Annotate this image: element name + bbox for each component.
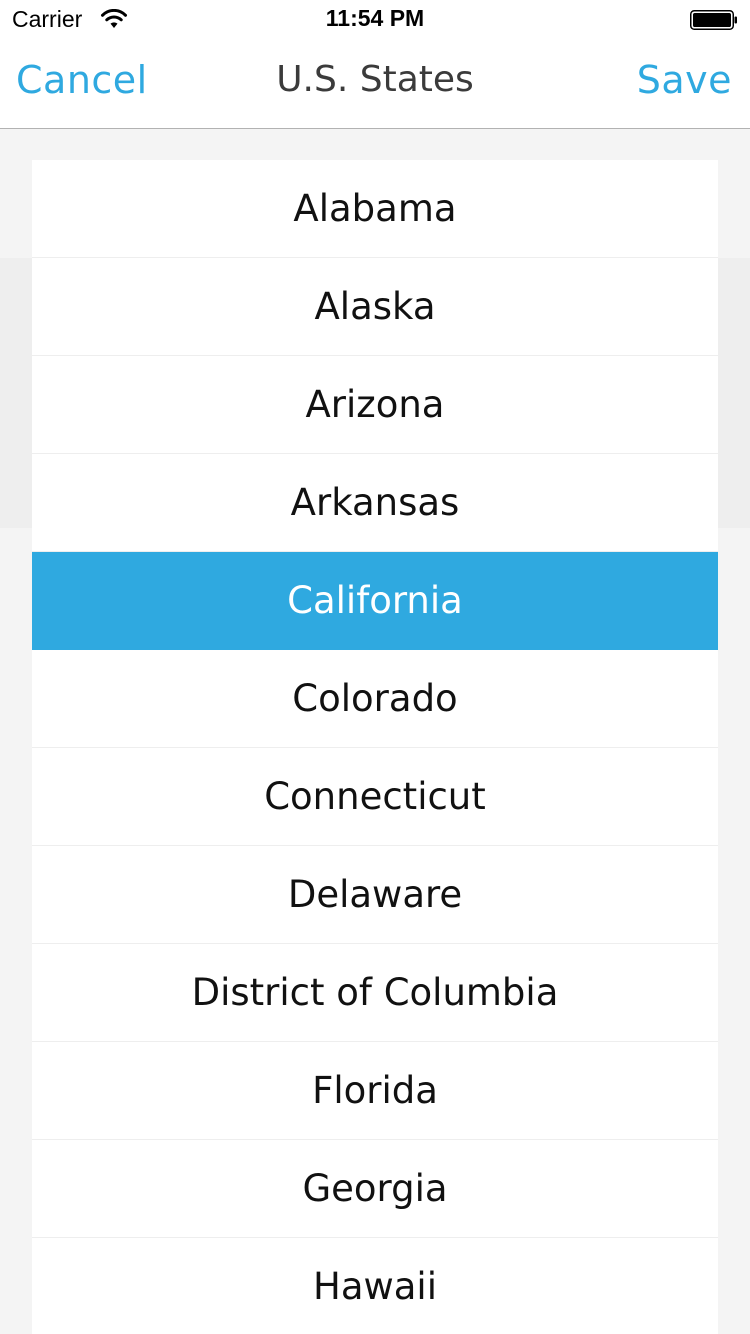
list-item-label: Arizona xyxy=(305,383,445,426)
save-button[interactable]: Save xyxy=(637,58,732,102)
list-item[interactable]: Arizona xyxy=(32,356,718,454)
list-item-label: Hawaii xyxy=(313,1265,437,1308)
list-item[interactable]: Florida xyxy=(32,1042,718,1140)
list-item-label: Alabama xyxy=(293,187,457,230)
list-item[interactable]: Alabama xyxy=(32,160,718,258)
list-item-selected[interactable]: California xyxy=(32,552,718,650)
list-item-label: Arkansas xyxy=(290,481,460,524)
list-item-label: California xyxy=(287,579,463,622)
list-item-label: Alaska xyxy=(314,285,436,328)
list-item-label: District of Columbia xyxy=(191,971,559,1014)
list-item[interactable]: Georgia xyxy=(32,1140,718,1238)
list-item[interactable]: Arkansas xyxy=(32,454,718,552)
battery-icon xyxy=(690,10,737,30)
navigation-bar: Cancel U.S. States Save xyxy=(0,40,750,129)
list-item[interactable]: District of Columbia xyxy=(32,944,718,1042)
list-item[interactable]: Colorado xyxy=(32,650,718,748)
screen: Carrier 11:54 PM Cancel U.S. States Save… xyxy=(0,0,750,1334)
list-item-label: Florida xyxy=(312,1069,438,1112)
list-item[interactable]: Connecticut xyxy=(32,748,718,846)
status-time: 11:54 PM xyxy=(325,5,425,31)
state-picker-list[interactable]: Alabama Alaska Arizona Arkansas California Co… xyxy=(32,160,718,1334)
list-item[interactable]: Alaska xyxy=(32,258,718,356)
list-item[interactable]: Delaware xyxy=(32,846,718,944)
list-item-label: Colorado xyxy=(292,677,458,720)
status-bar: Carrier 11:54 PM xyxy=(0,0,750,40)
list-item-label: Connecticut xyxy=(264,775,486,818)
list-item-label: Georgia xyxy=(302,1167,448,1210)
list-item[interactable]: Hawaii xyxy=(32,1238,718,1334)
list-item-label: Delaware xyxy=(287,873,463,916)
